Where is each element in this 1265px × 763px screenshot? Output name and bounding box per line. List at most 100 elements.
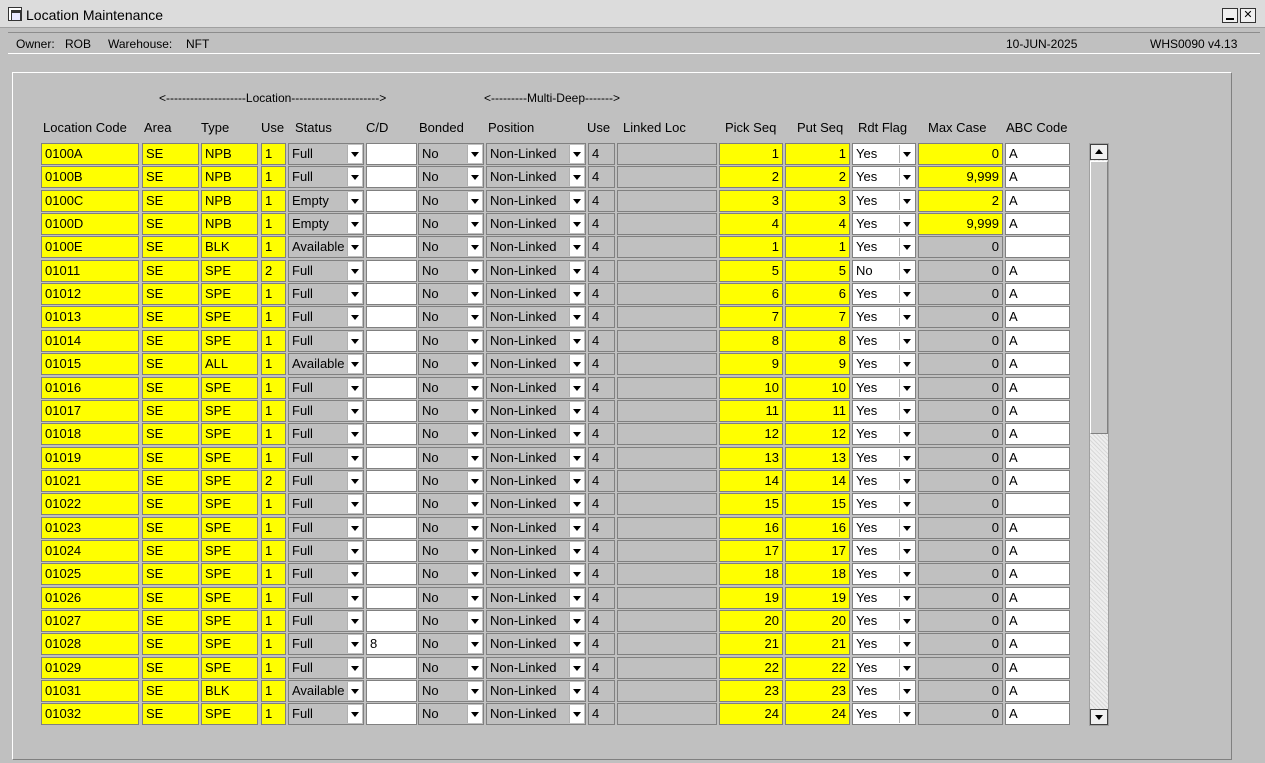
- position-select[interactable]: Non-Linked: [486, 680, 586, 702]
- linked-loc-field[interactable]: [617, 680, 717, 702]
- chevron-down-icon[interactable]: [899, 238, 914, 256]
- status-select[interactable]: Full: [288, 470, 364, 492]
- abc-code-field[interactable]: A: [1005, 680, 1070, 702]
- rdt-flag-select[interactable]: Yes: [852, 540, 916, 562]
- put-seq-field[interactable]: 13: [785, 447, 850, 469]
- abc-code-field[interactable]: A: [1005, 657, 1070, 679]
- md-use-field[interactable]: 4: [588, 563, 615, 585]
- location-code-field[interactable]: 01014: [41, 330, 139, 352]
- type-field[interactable]: SPE: [201, 493, 258, 515]
- abc-code-field[interactable]: [1005, 236, 1070, 258]
- linked-loc-field[interactable]: [617, 190, 717, 212]
- status-select[interactable]: Full: [288, 306, 364, 328]
- minimize-button[interactable]: [1222, 8, 1238, 23]
- chevron-down-icon[interactable]: [347, 705, 362, 723]
- pick-seq-field[interactable]: 9: [719, 353, 783, 375]
- bonded-select[interactable]: No: [418, 423, 484, 445]
- status-select[interactable]: Available: [288, 680, 364, 702]
- rdt-flag-select[interactable]: Yes: [852, 213, 916, 235]
- status-select[interactable]: Full: [288, 540, 364, 562]
- location-code-field[interactable]: 01021: [41, 470, 139, 492]
- put-seq-field[interactable]: 3: [785, 190, 850, 212]
- area-field[interactable]: SE: [142, 377, 199, 399]
- md-use-field[interactable]: 4: [588, 470, 615, 492]
- area-field[interactable]: SE: [142, 166, 199, 188]
- max-case-field[interactable]: 0: [918, 633, 1003, 655]
- type-field[interactable]: ALL: [201, 353, 258, 375]
- cd-field[interactable]: [366, 213, 417, 235]
- location-code-field[interactable]: 01024: [41, 540, 139, 562]
- chevron-down-icon[interactable]: [467, 659, 482, 677]
- type-field[interactable]: NPB: [201, 143, 258, 165]
- put-seq-field[interactable]: 16: [785, 517, 850, 539]
- chevron-down-icon[interactable]: [569, 332, 584, 350]
- linked-loc-field[interactable]: [617, 610, 717, 632]
- chevron-down-icon[interactable]: [569, 308, 584, 326]
- location-code-field[interactable]: 01026: [41, 587, 139, 609]
- abc-code-field[interactable]: A: [1005, 143, 1070, 165]
- location-code-field[interactable]: 01012: [41, 283, 139, 305]
- chevron-down-icon[interactable]: [569, 635, 584, 653]
- location-code-field[interactable]: 0100D: [41, 213, 139, 235]
- area-field[interactable]: SE: [142, 657, 199, 679]
- put-seq-field[interactable]: 1: [785, 143, 850, 165]
- type-field[interactable]: SPE: [201, 703, 258, 725]
- put-seq-field[interactable]: 24: [785, 703, 850, 725]
- type-field[interactable]: SPE: [201, 283, 258, 305]
- rdt-flag-select[interactable]: Yes: [852, 633, 916, 655]
- cd-field[interactable]: [366, 540, 417, 562]
- chevron-down-icon[interactable]: [347, 449, 362, 467]
- md-use-field[interactable]: 4: [588, 377, 615, 399]
- type-field[interactable]: SPE: [201, 306, 258, 328]
- rdt-flag-select[interactable]: Yes: [852, 330, 916, 352]
- status-select[interactable]: Full: [288, 633, 364, 655]
- bonded-select[interactable]: No: [418, 447, 484, 469]
- bonded-select[interactable]: No: [418, 190, 484, 212]
- cd-field[interactable]: [366, 657, 417, 679]
- use-field[interactable]: 1: [261, 353, 286, 375]
- position-select[interactable]: Non-Linked: [486, 703, 586, 725]
- type-field[interactable]: SPE: [201, 400, 258, 422]
- chevron-down-icon[interactable]: [347, 285, 362, 303]
- bonded-select[interactable]: No: [418, 143, 484, 165]
- type-field[interactable]: SPE: [201, 423, 258, 445]
- area-field[interactable]: SE: [142, 260, 199, 282]
- position-select[interactable]: Non-Linked: [486, 213, 586, 235]
- chevron-down-icon[interactable]: [347, 472, 362, 490]
- linked-loc-field[interactable]: [617, 517, 717, 539]
- chevron-down-icon[interactable]: [347, 402, 362, 420]
- md-use-field[interactable]: 4: [588, 353, 615, 375]
- md-use-field[interactable]: 4: [588, 517, 615, 539]
- max-case-field[interactable]: 0: [918, 703, 1003, 725]
- put-seq-field[interactable]: 8: [785, 330, 850, 352]
- bonded-select[interactable]: No: [418, 633, 484, 655]
- type-field[interactable]: NPB: [201, 166, 258, 188]
- linked-loc-field[interactable]: [617, 563, 717, 585]
- area-field[interactable]: SE: [142, 447, 199, 469]
- use-field[interactable]: 1: [261, 493, 286, 515]
- bonded-select[interactable]: No: [418, 470, 484, 492]
- md-use-field[interactable]: 4: [588, 657, 615, 679]
- location-code-field[interactable]: 0100A: [41, 143, 139, 165]
- chevron-down-icon[interactable]: [467, 705, 482, 723]
- chevron-down-icon[interactable]: [347, 635, 362, 653]
- put-seq-field[interactable]: 4: [785, 213, 850, 235]
- cd-field[interactable]: [366, 517, 417, 539]
- area-field[interactable]: SE: [142, 610, 199, 632]
- chevron-down-icon[interactable]: [899, 449, 914, 467]
- rdt-flag-select[interactable]: Yes: [852, 190, 916, 212]
- position-select[interactable]: Non-Linked: [486, 283, 586, 305]
- location-code-field[interactable]: 01032: [41, 703, 139, 725]
- chevron-down-icon[interactable]: [347, 495, 362, 513]
- max-case-field[interactable]: 2: [918, 190, 1003, 212]
- linked-loc-field[interactable]: [617, 260, 717, 282]
- area-field[interactable]: SE: [142, 540, 199, 562]
- pick-seq-field[interactable]: 4: [719, 213, 783, 235]
- chevron-down-icon[interactable]: [899, 425, 914, 443]
- max-case-field[interactable]: 0: [918, 330, 1003, 352]
- chevron-down-icon[interactable]: [467, 262, 482, 280]
- area-field[interactable]: SE: [142, 306, 199, 328]
- max-case-field[interactable]: 0: [918, 283, 1003, 305]
- chevron-down-icon[interactable]: [569, 589, 584, 607]
- pick-seq-field[interactable]: 24: [719, 703, 783, 725]
